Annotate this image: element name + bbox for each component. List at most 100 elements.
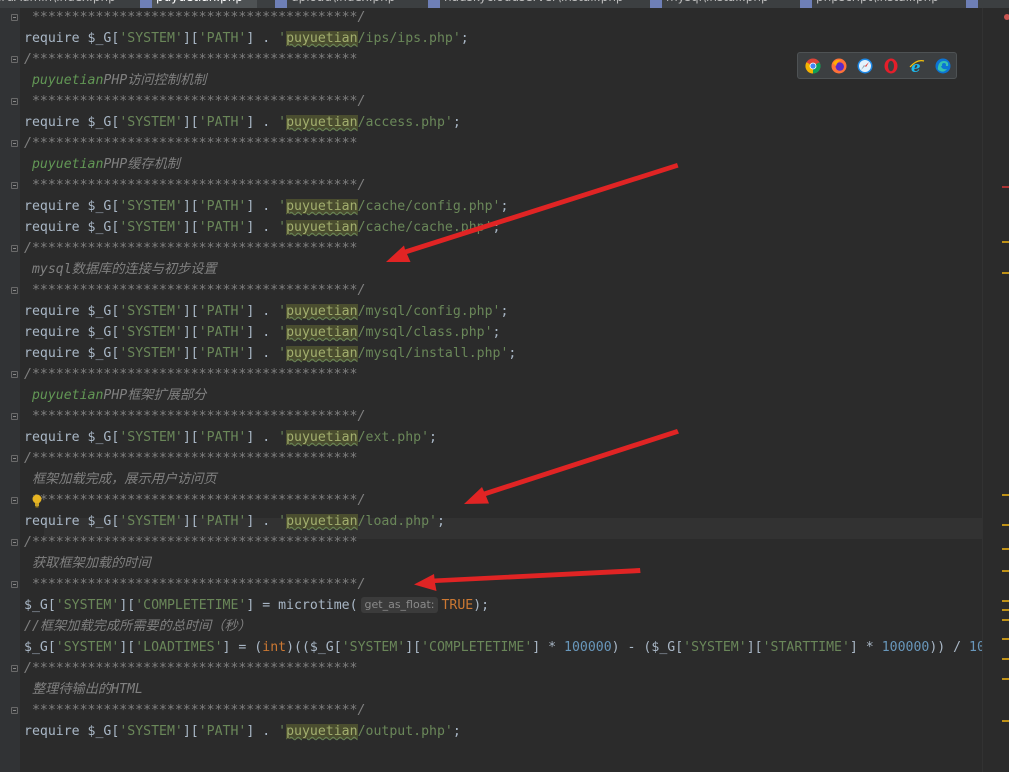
fold-marker-icon[interactable] <box>11 98 18 105</box>
code-token: ][ <box>182 31 199 46</box>
edge-icon[interactable] <box>935 58 951 74</box>
code-line[interactable]: require $_G['SYSTEM']['PATH'] . 'puyueti… <box>24 112 461 133</box>
code-token: ) - ( <box>611 640 652 655</box>
code-token: 'SYSTEM' <box>119 304 183 319</box>
fold-marker-icon[interactable] <box>11 665 18 672</box>
lightbulb-icon[interactable] <box>31 494 43 508</box>
code-line[interactable]: /***************************************… <box>24 133 357 154</box>
scrollbar-marker[interactable] <box>1002 524 1009 526</box>
code-line[interactable]: ****************************************… <box>24 91 365 112</box>
fold-marker-icon[interactable] <box>11 413 18 420</box>
code-token: puyuetian <box>286 724 358 739</box>
scrollbar-marker[interactable] <box>1002 600 1009 602</box>
code-line[interactable]: $_G['SYSTEM']['LOADTIMES'] = (int)(($_G[… <box>24 637 1009 658</box>
code-editor[interactable]: ****************************************… <box>24 7 1009 767</box>
code-line[interactable]: /***************************************… <box>24 658 357 679</box>
code-line[interactable]: /***************************************… <box>24 238 357 259</box>
code-line[interactable]: ****************************************… <box>24 406 365 427</box>
scrollbar-marker[interactable] <box>1002 619 1009 621</box>
code-token: ' <box>278 220 287 235</box>
fold-marker-icon[interactable] <box>11 245 18 252</box>
scrollbar-marker[interactable] <box>1002 494 1009 496</box>
code-token: /***************************************… <box>24 367 358 382</box>
opera-icon[interactable] <box>883 58 899 74</box>
chrome-icon[interactable] <box>805 58 821 74</box>
code-line[interactable]: 框架加载完成，展示用户访问页 <box>24 469 217 490</box>
scrollbar-marker[interactable] <box>1002 272 1009 274</box>
code-line[interactable]: require $_G['SYSTEM']['PATH'] . 'puyueti… <box>24 217 501 238</box>
error-indicator-icon[interactable] <box>1004 14 1009 20</box>
code-line[interactable]: /***************************************… <box>24 532 357 553</box>
code-line[interactable]: require $_G['SYSTEM']['PATH'] . 'puyueti… <box>24 196 508 217</box>
firefox-icon[interactable] <box>831 58 847 74</box>
scrollbar-marker[interactable] <box>1002 720 1009 722</box>
code-line[interactable]: mysql数据库的连接与初步设置 <box>24 259 217 280</box>
code-token: /cache/config.php' <box>357 199 501 214</box>
code-line[interactable]: //框架加载完成所需要的总时间（秒） <box>24 616 251 637</box>
safari-icon[interactable] <box>857 58 873 74</box>
scrollbar-marker[interactable] <box>1002 609 1009 611</box>
code-token: /load.php' <box>357 514 437 529</box>
code-line[interactable]: ****************************************… <box>24 280 365 301</box>
parameter-hint: get_as_float: <box>360 597 439 613</box>
code-line[interactable]: require $_G['SYSTEM']['PATH'] . 'puyueti… <box>24 301 508 322</box>
code-line[interactable]: puyuetianPHP访问控制机制 <box>24 70 206 91</box>
code-line[interactable]: /***************************************… <box>24 448 357 469</box>
code-token: ; <box>452 724 461 739</box>
code-token: puyuetian <box>286 304 358 319</box>
fold-marker-icon[interactable] <box>11 182 18 189</box>
code-line[interactable]: require $_G['SYSTEM']['PATH'] . 'puyueti… <box>24 28 469 49</box>
code-token: 'SYSTEM' <box>119 199 183 214</box>
code-line[interactable]: 整理待输出的HTML <box>24 679 143 700</box>
code-token: 'COMPLETETIME' <box>421 640 533 655</box>
code-token: 'PATH' <box>198 220 247 235</box>
code-line[interactable]: require $_G['SYSTEM']['PATH'] . 'puyueti… <box>24 427 437 448</box>
code-token: 'SYSTEM' <box>119 220 183 235</box>
fold-marker-icon[interactable] <box>11 56 18 63</box>
code-line[interactable]: require $_G['SYSTEM']['PATH'] . 'puyueti… <box>24 343 516 364</box>
fold-marker-icon[interactable] <box>11 371 18 378</box>
scrollbar-marker[interactable] <box>1002 186 1009 188</box>
code-token: ][ <box>405 640 422 655</box>
code-line[interactable]: ****************************************… <box>24 700 365 721</box>
code-token: ; <box>429 430 437 445</box>
code-token: ****************************************… <box>24 703 366 718</box>
code-token: $_G <box>24 598 48 613</box>
scrollbar-marker[interactable] <box>1002 548 1009 550</box>
fold-marker-icon[interactable] <box>11 497 18 504</box>
code-line[interactable]: require $_G['SYSTEM']['PATH'] . 'puyueti… <box>24 721 461 742</box>
code-line[interactable]: require $_G['SYSTEM']['PATH'] . 'puyueti… <box>24 511 445 532</box>
code-line[interactable]: puyuetianPHP框架扩展部分 <box>24 385 206 406</box>
fold-marker-icon[interactable] <box>11 581 18 588</box>
fold-marker-icon[interactable] <box>11 140 18 147</box>
code-line[interactable]: puyuetianPHP缓存机制 <box>24 154 180 175</box>
code-line[interactable]: ****************************************… <box>24 490 365 511</box>
scrollbar-marker[interactable] <box>1002 678 1009 680</box>
code-token: 'PATH' <box>198 199 247 214</box>
code-line[interactable]: ****************************************… <box>24 574 365 595</box>
code-line[interactable]: $_G['SYSTEM']['COMPLETETIME'] = microtim… <box>24 595 489 616</box>
code-line[interactable]: ****************************************… <box>24 7 365 28</box>
fold-marker-icon[interactable] <box>11 14 18 21</box>
scrollbar-marker[interactable] <box>1002 638 1009 640</box>
code-line[interactable]: ****************************************… <box>24 175 365 196</box>
editor-scrollbar-markers[interactable] <box>982 8 1009 772</box>
code-line[interactable]: 获取框架加载的时间 <box>24 553 151 574</box>
code-line[interactable]: /***************************************… <box>24 364 357 385</box>
scrollbar-marker[interactable] <box>1002 658 1009 660</box>
code-line[interactable]: require $_G['SYSTEM']['PATH'] . 'puyueti… <box>24 322 501 343</box>
scrollbar-marker[interactable] <box>1002 570 1009 572</box>
code-token: PHP访问控制机制 <box>103 73 207 88</box>
ie-icon[interactable]: e <box>909 58 925 74</box>
code-token: 'PATH' <box>198 31 247 46</box>
code-token: puyuetian <box>286 514 358 529</box>
fold-marker-icon[interactable] <box>11 287 18 294</box>
fold-marker-icon[interactable] <box>11 707 18 714</box>
scrollbar-marker[interactable] <box>1002 241 1009 243</box>
code-token: $_G <box>651 640 676 655</box>
code-token: ' <box>278 724 287 739</box>
fold-marker-icon[interactable] <box>11 455 18 462</box>
code-line[interactable]: /***************************************… <box>24 49 357 70</box>
fold-marker-icon[interactable] <box>11 539 18 546</box>
